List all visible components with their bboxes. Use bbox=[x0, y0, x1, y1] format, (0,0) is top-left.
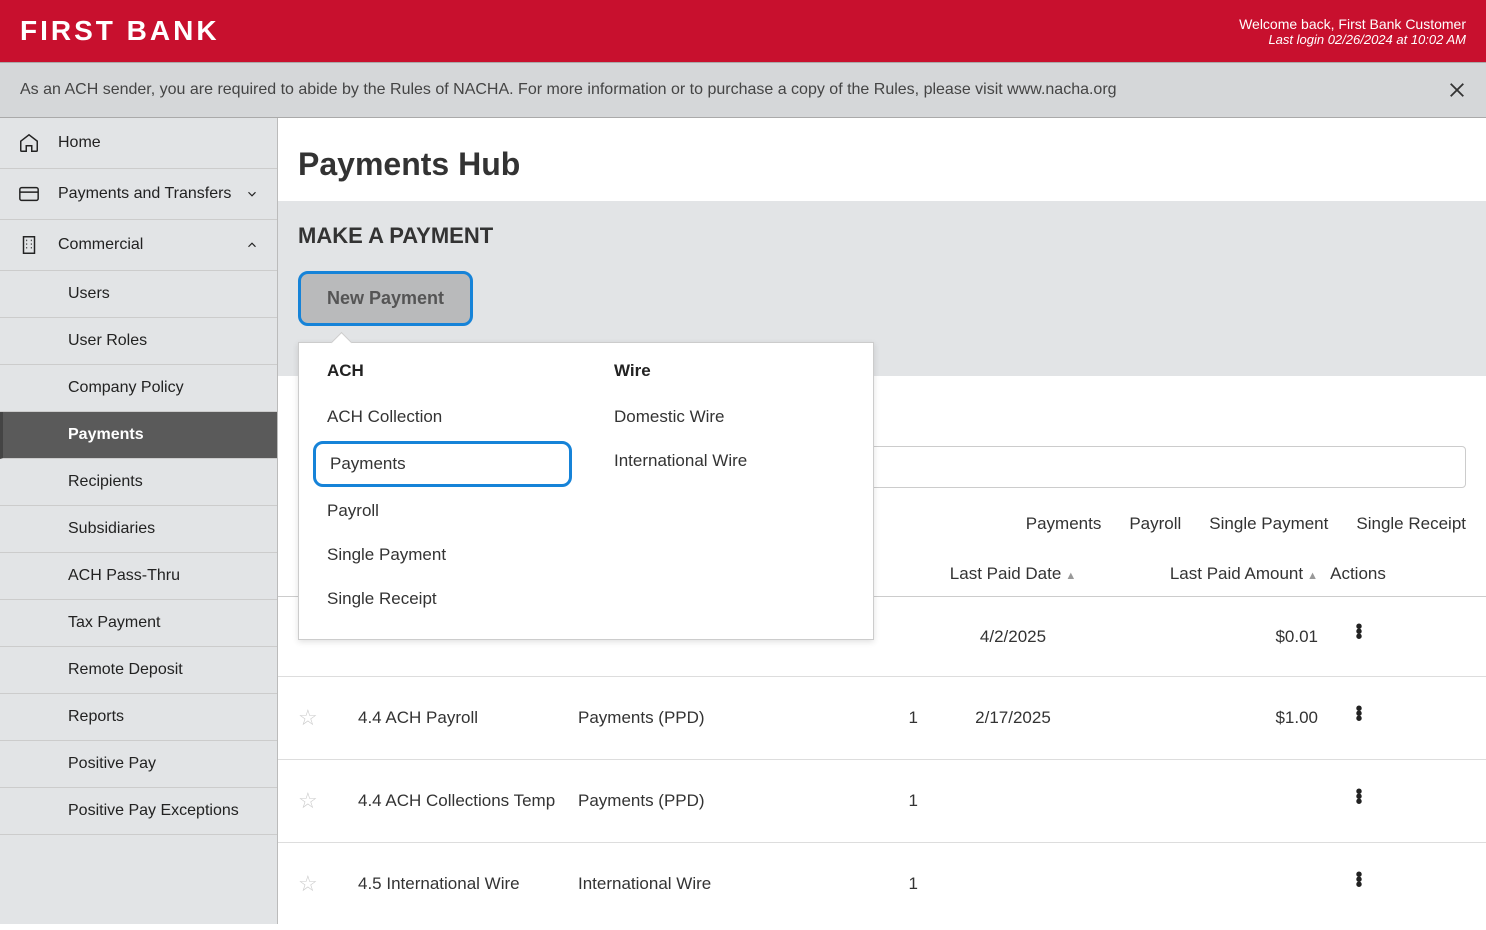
dropdown-opt-international-wire[interactable]: International Wire bbox=[614, 439, 845, 483]
dropdown-opt-single-receipt[interactable]: Single Receipt bbox=[327, 577, 558, 621]
dropdown-opt-payments[interactable]: Payments bbox=[313, 441, 572, 487]
page-title: Payments Hub bbox=[278, 118, 1486, 201]
dropdown-col-ach: ACH ACH Collection Payments Payroll Sing… bbox=[299, 361, 586, 621]
section-heading: MAKE A PAYMENT bbox=[298, 223, 1466, 249]
sort-arrow-icon: ▲ bbox=[1307, 570, 1318, 582]
col-actions: Actions bbox=[1318, 564, 1398, 584]
app-header: FIRST BANK Welcome back, First Bank Cust… bbox=[0, 0, 1486, 62]
filter-payroll[interactable]: Payroll bbox=[1129, 514, 1181, 534]
sidebar: Home Payments and Transfers Commercial U… bbox=[0, 118, 278, 924]
sidebar-subitem-subsidiaries[interactable]: Subsidiaries bbox=[0, 506, 277, 553]
chevron-down-icon bbox=[245, 187, 259, 201]
sidebar-item-commercial[interactable]: Commercial bbox=[0, 220, 277, 271]
dropdown-opt-domestic-wire[interactable]: Domestic Wire bbox=[614, 395, 845, 439]
sidebar-subitem-recipients[interactable]: Recipients bbox=[0, 459, 277, 506]
dropdown-opt-payroll[interactable]: Payroll bbox=[327, 489, 558, 533]
kebab-menu-icon[interactable]: ••• bbox=[1355, 790, 1360, 805]
sidebar-label: Commercial bbox=[58, 236, 143, 254]
kebab-menu-icon[interactable]: ••• bbox=[1355, 873, 1360, 888]
sidebar-subitem-tax-payment[interactable]: Tax Payment bbox=[0, 600, 277, 647]
sidebar-subitem-positive-pay-exceptions[interactable]: Positive Pay Exceptions bbox=[0, 788, 277, 835]
filter-payments[interactable]: Payments bbox=[1026, 514, 1102, 534]
welcome-block: Welcome back, First Bank Customer Last l… bbox=[1239, 16, 1466, 47]
sidebar-item-payments-transfers[interactable]: Payments and Transfers bbox=[0, 169, 277, 220]
sidebar-subitem-reports[interactable]: Reports bbox=[0, 694, 277, 741]
main-content: Payments Hub MAKE A PAYMENT New Payment … bbox=[278, 118, 1486, 924]
welcome-text: Welcome back, First Bank Customer bbox=[1239, 16, 1466, 32]
table-row: ☆ 4.4 ACH Payroll Payments (PPD) 1 2/17/… bbox=[278, 677, 1486, 760]
dropdown-opt-ach-collection[interactable]: ACH Collection bbox=[327, 395, 558, 439]
kebab-menu-icon[interactable]: ••• bbox=[1355, 707, 1360, 722]
sidebar-label: Home bbox=[58, 134, 101, 152]
sidebar-subitem-payments[interactable]: Payments bbox=[0, 412, 277, 459]
dropdown-col-wire: Wire Domestic Wire International Wire bbox=[586, 361, 873, 621]
sidebar-subitem-ach-pass-thru[interactable]: ACH Pass-Thru bbox=[0, 553, 277, 600]
star-icon[interactable]: ☆ bbox=[298, 871, 318, 896]
close-icon[interactable] bbox=[1448, 81, 1466, 99]
sort-arrow-icon: ▲ bbox=[1065, 570, 1076, 582]
card-icon bbox=[18, 183, 40, 205]
col-last-paid-date[interactable]: Last Paid Date▲ bbox=[918, 564, 1108, 584]
sidebar-subitem-users[interactable]: Users bbox=[0, 271, 277, 318]
dropdown-head-ach: ACH bbox=[327, 361, 558, 381]
sidebar-subitem-remote-deposit[interactable]: Remote Deposit bbox=[0, 647, 277, 694]
filter-single-payment[interactable]: Single Payment bbox=[1209, 514, 1328, 534]
sidebar-item-home[interactable]: Home bbox=[0, 118, 277, 169]
table-row: ☆ 4.4 ACH Collections Temp Payments (PPD… bbox=[278, 760, 1486, 843]
star-icon[interactable]: ☆ bbox=[298, 705, 318, 730]
filter-single-receipt[interactable]: Single Receipt bbox=[1356, 514, 1466, 534]
dropdown-opt-single-payment[interactable]: Single Payment bbox=[327, 533, 558, 577]
sidebar-subitem-positive-pay[interactable]: Positive Pay bbox=[0, 741, 277, 788]
last-login-text: Last login 02/26/2024 at 10:02 AM bbox=[1239, 32, 1466, 47]
new-payment-button[interactable]: New Payment bbox=[298, 271, 473, 326]
notice-banner: As an ACH sender, you are required to ab… bbox=[0, 62, 1486, 118]
bank-logo: FIRST BANK bbox=[20, 15, 220, 47]
chevron-up-icon bbox=[245, 238, 259, 252]
building-icon bbox=[18, 234, 40, 256]
new-payment-dropdown: ACH ACH Collection Payments Payroll Sing… bbox=[298, 342, 874, 640]
kebab-menu-icon[interactable]: ••• bbox=[1355, 625, 1360, 640]
notice-text: As an ACH sender, you are required to ab… bbox=[20, 81, 1117, 99]
sidebar-label: Payments and Transfers bbox=[58, 185, 231, 203]
star-icon[interactable]: ☆ bbox=[298, 788, 318, 813]
sidebar-subitem-user-roles[interactable]: User Roles bbox=[0, 318, 277, 365]
home-icon bbox=[18, 132, 40, 154]
dropdown-head-wire: Wire bbox=[614, 361, 845, 381]
sidebar-subitem-company-policy[interactable]: Company Policy bbox=[0, 365, 277, 412]
table-row: ☆ 4.5 International Wire International W… bbox=[278, 843, 1486, 924]
col-last-paid-amount[interactable]: Last Paid Amount▲ bbox=[1108, 564, 1318, 584]
